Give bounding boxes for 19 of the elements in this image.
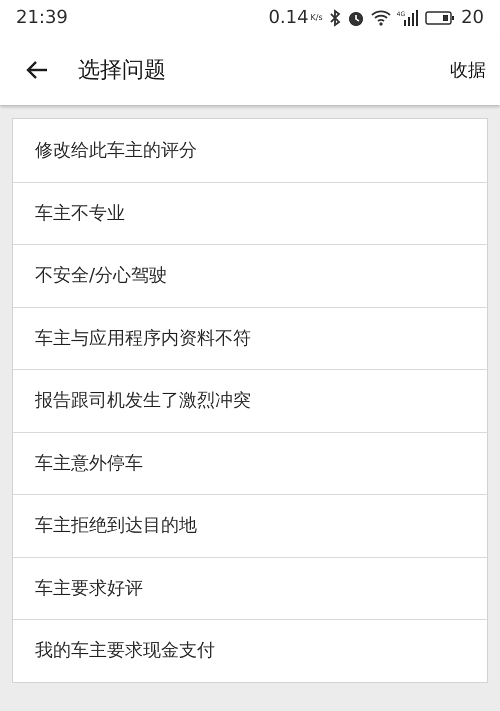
issue-item[interactable]: 我的车主要求现金支付: [13, 619, 487, 682]
issue-item[interactable]: 车主与应用程序内资料不符: [13, 306, 487, 369]
signal-icon: [403, 8, 420, 26]
issue-item[interactable]: 车主不专业: [13, 182, 487, 244]
bluetooth-icon: [328, 8, 341, 26]
wifi-icon: [370, 8, 391, 26]
speed-unit: K/s: [310, 12, 323, 24]
status-time: 21:39: [16, 6, 68, 30]
page-title: 选择问题: [78, 56, 166, 84]
battery-level: 20: [461, 6, 484, 30]
issue-item[interactable]: 修改给此车主的评分: [13, 119, 487, 182]
issue-item[interactable]: 不安全/分心驾驶: [13, 244, 487, 306]
issue-item[interactable]: 车主意外停车: [13, 432, 487, 494]
receipt-button[interactable]: 收据: [450, 56, 486, 84]
issue-item[interactable]: 车主拒绝到达目的地: [13, 494, 487, 556]
battery-icon: [425, 10, 456, 26]
issue-item[interactable]: 报告跟司机发生了激烈冲突: [13, 369, 487, 432]
network-speed: 0.14: [268, 6, 309, 30]
issue-item[interactable]: 车主要求好评: [13, 556, 487, 619]
